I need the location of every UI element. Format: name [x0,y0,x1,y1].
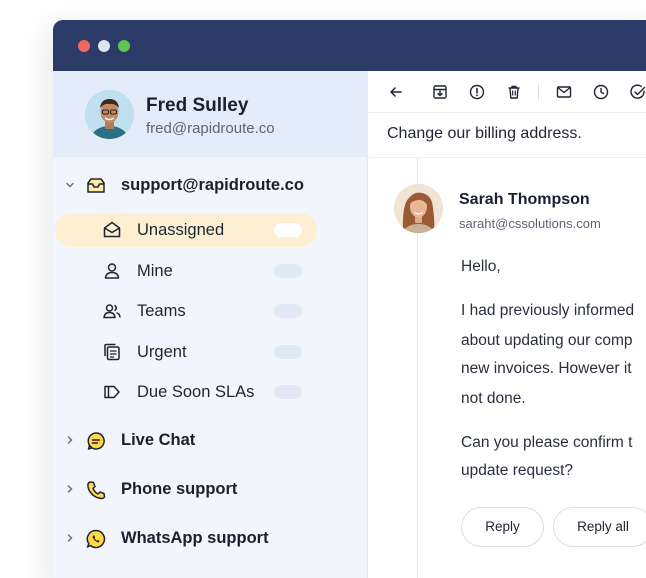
message-line: not done. [461,390,526,407]
conversation-pane: Change our billing address. Sarah Thomps… [369,71,646,578]
app-window: Fred Sulley fred@rapidroute.co support@r… [53,20,646,578]
chevron-right-icon[interactable] [64,532,76,544]
archive-icon[interactable] [431,83,449,101]
sidebar-item-label: Urgent [137,343,187,361]
count-badge [274,264,302,278]
avatar [85,90,134,139]
group-phone-support[interactable]: Phone support [53,475,368,505]
chevron-right-icon[interactable] [64,434,76,446]
inbox-icon [85,175,107,197]
trash-icon[interactable] [505,83,523,101]
group-support-inbox[interactable]: support@rapidroute.co [53,171,368,201]
count-badge [274,385,302,399]
sidebar-item-label: Due Soon SLAs [137,383,255,401]
profile-email: fred@rapidroute.co [146,120,275,137]
maximize-window-button[interactable] [118,40,130,52]
toolbar-separator [538,84,539,100]
sender-avatar-icon [394,184,443,233]
stacked-documents-icon [102,342,122,362]
message-line: Hello, [461,258,501,275]
count-badge [274,223,302,237]
message-line: I had previously informed [461,302,635,319]
title-bar [53,20,646,71]
sidebar-item-label: Mine [137,262,173,280]
reply-button[interactable]: Reply [461,507,544,547]
tag-icon [102,382,122,402]
check-circle-icon[interactable] [629,83,646,101]
clock-icon[interactable] [592,83,610,101]
chevron-right-icon[interactable] [64,483,76,495]
subject-bar: Change our billing address. [369,113,646,158]
group-label: WhatsApp support [121,529,269,547]
sidebar: Fred Sulley fred@rapidroute.co support@r… [53,71,368,578]
profile-name: Fred Sulley [146,95,249,116]
close-window-button[interactable] [78,40,90,52]
sidebar-item-urgent[interactable]: Urgent [55,335,317,369]
sidebar-item-due-soon-slas[interactable]: Due Soon SLAs [55,375,317,409]
envelope-open-icon [102,220,122,240]
whatsapp-icon [85,528,107,550]
sender-avatar [394,184,443,233]
count-badge [274,304,302,318]
conversation-subject: Change our billing address. [387,125,582,142]
sidebar-item-unassigned[interactable]: Unassigned [55,213,317,247]
group-whatsapp-support[interactable]: WhatsApp support [53,524,368,554]
sender-email: saraht@cssolutions.com [459,216,601,231]
group-live-chat[interactable]: Live Chat [53,426,368,456]
count-badge [274,345,302,359]
profile-card[interactable]: Fred Sulley fred@rapidroute.co [53,71,368,157]
sidebar-item-teams[interactable]: Teams [55,294,317,328]
message-line: new invoices. However it [461,360,632,377]
group-label: support@rapidroute.co [121,176,304,194]
reply-all-button[interactable]: Reply all [553,507,646,547]
sidebar-item-label: Unassigned [137,221,225,239]
group-label: Phone support [121,480,238,498]
conversation-toolbar [369,71,646,113]
user-avatar-icon [85,90,134,139]
group-label: Live Chat [121,431,196,449]
chevron-down-icon[interactable] [64,179,76,191]
users-icon [102,301,122,321]
arrow-left-icon[interactable] [387,83,405,101]
message-line: about updating our comp [461,332,633,349]
phone-icon [85,479,107,501]
sender-name: Sarah Thompson [459,191,590,208]
minimize-window-button[interactable] [98,40,110,52]
chat-bubble-icon [85,430,107,452]
message-line: Can you please confirm t [461,434,633,451]
alert-circle-icon[interactable] [468,83,486,101]
mail-icon[interactable] [555,83,573,101]
message-line: update request? [461,462,574,479]
user-icon [102,261,122,281]
sidebar-item-mine[interactable]: Mine [55,254,317,288]
sidebar-item-label: Teams [137,302,186,320]
